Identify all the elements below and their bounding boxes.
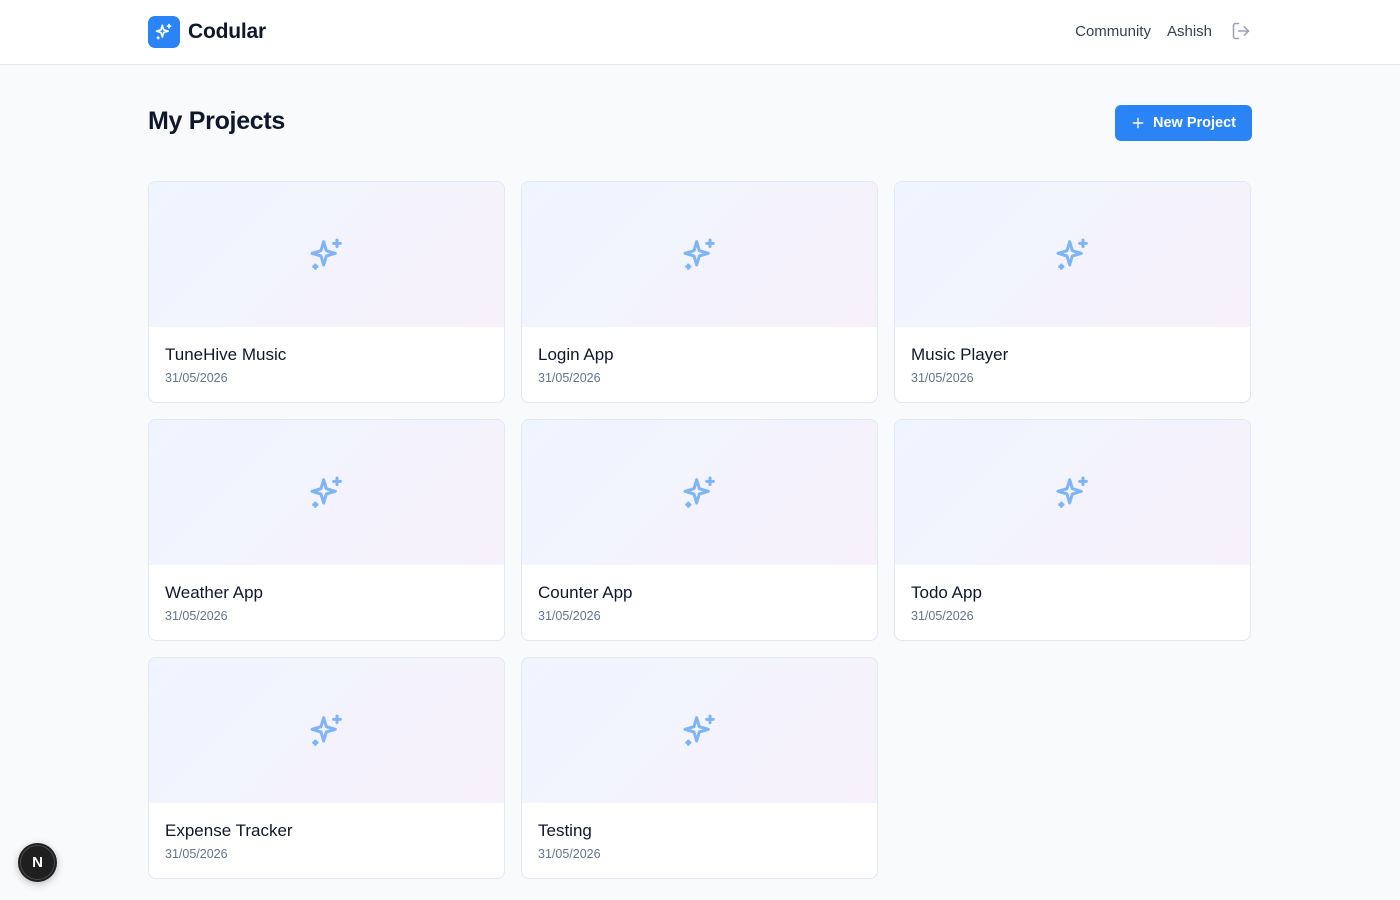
main-content: My Projects New Project TuneHive Music 3… xyxy=(148,65,1252,879)
sparkles-icon xyxy=(310,714,342,746)
project-card-body: Counter App 31/05/2026 xyxy=(522,565,877,623)
sparkles-icon xyxy=(310,238,342,270)
projects-grid: TuneHive Music 31/05/2026 Login App 31/0… xyxy=(148,181,1252,879)
project-thumbnail xyxy=(895,420,1250,565)
page-header: My Projects New Project xyxy=(148,65,1252,181)
sparkles-icon xyxy=(683,476,715,508)
sparkles-icon xyxy=(155,23,172,40)
logout-icon xyxy=(1232,22,1250,40)
brand-name: Codular xyxy=(188,20,266,43)
sparkles-icon xyxy=(683,238,715,270)
project-name: Testing xyxy=(538,821,592,840)
project-date: 31/05/2026 xyxy=(538,847,601,861)
project-card-body: Music Player 31/05/2026 xyxy=(895,327,1250,385)
project-date: 31/05/2026 xyxy=(538,609,601,623)
sparkles-icon xyxy=(310,476,342,508)
project-name: Expense Tracker xyxy=(165,821,293,840)
project-card[interactable]: Expense Tracker 31/05/2026 xyxy=(148,657,505,879)
project-date: 31/05/2026 xyxy=(911,609,974,623)
sparkles-icon xyxy=(1056,238,1088,270)
sparkles-icon xyxy=(683,714,715,746)
project-thumbnail xyxy=(149,182,504,327)
project-date: 31/05/2026 xyxy=(165,371,228,385)
project-name: Counter App xyxy=(538,583,633,602)
project-card-body: Expense Tracker 31/05/2026 xyxy=(149,803,504,861)
new-project-label: New Project xyxy=(1153,115,1236,131)
page-title: My Projects xyxy=(148,107,286,135)
project-thumbnail xyxy=(522,182,877,327)
project-card[interactable]: Weather App 31/05/2026 xyxy=(148,419,505,641)
project-name: TuneHive Music xyxy=(165,345,287,364)
brand-home-link[interactable]: Codular xyxy=(148,16,266,48)
user-name-link[interactable]: Ashish xyxy=(1167,23,1212,40)
project-thumbnail xyxy=(522,420,877,565)
project-card-body: Login App 31/05/2026 xyxy=(522,327,877,385)
project-card[interactable]: TuneHive Music 31/05/2026 xyxy=(148,181,505,403)
header-nav: Community Ashish xyxy=(1075,20,1252,42)
project-name: Todo App xyxy=(911,583,982,602)
project-date: 31/05/2026 xyxy=(911,371,974,385)
project-card-body: Todo App 31/05/2026 xyxy=(895,565,1250,623)
top-navbar: Codular Community Ashish xyxy=(0,0,1400,65)
project-card[interactable]: Todo App 31/05/2026 xyxy=(894,419,1251,641)
project-thumbnail xyxy=(522,658,877,803)
project-name: Login App xyxy=(538,345,614,364)
project-card-body: TuneHive Music 31/05/2026 xyxy=(149,327,504,385)
project-card[interactable]: Login App 31/05/2026 xyxy=(521,181,878,403)
project-card[interactable]: Testing 31/05/2026 xyxy=(521,657,878,879)
project-name: Music Player xyxy=(911,345,1009,364)
project-date: 31/05/2026 xyxy=(538,371,601,385)
brand-logo xyxy=(148,16,180,48)
community-link[interactable]: Community xyxy=(1075,23,1151,40)
project-date: 31/05/2026 xyxy=(165,609,228,623)
project-thumbnail xyxy=(149,420,504,565)
project-card-body: Weather App 31/05/2026 xyxy=(149,565,504,623)
project-card[interactable]: Music Player 31/05/2026 xyxy=(894,181,1251,403)
project-name: Weather App xyxy=(165,583,263,602)
project-thumbnail xyxy=(149,658,504,803)
sparkles-icon xyxy=(1056,476,1088,508)
project-date: 31/05/2026 xyxy=(165,847,228,861)
dev-tools-letter: N xyxy=(20,845,55,880)
plus-icon xyxy=(1132,117,1144,129)
new-project-button[interactable]: New Project xyxy=(1115,105,1252,141)
logout-button[interactable] xyxy=(1230,20,1252,42)
project-card-body: Testing 31/05/2026 xyxy=(522,803,877,861)
project-thumbnail xyxy=(895,182,1250,327)
project-card[interactable]: Counter App 31/05/2026 xyxy=(521,419,878,641)
dev-tools-badge[interactable]: N xyxy=(18,843,57,882)
